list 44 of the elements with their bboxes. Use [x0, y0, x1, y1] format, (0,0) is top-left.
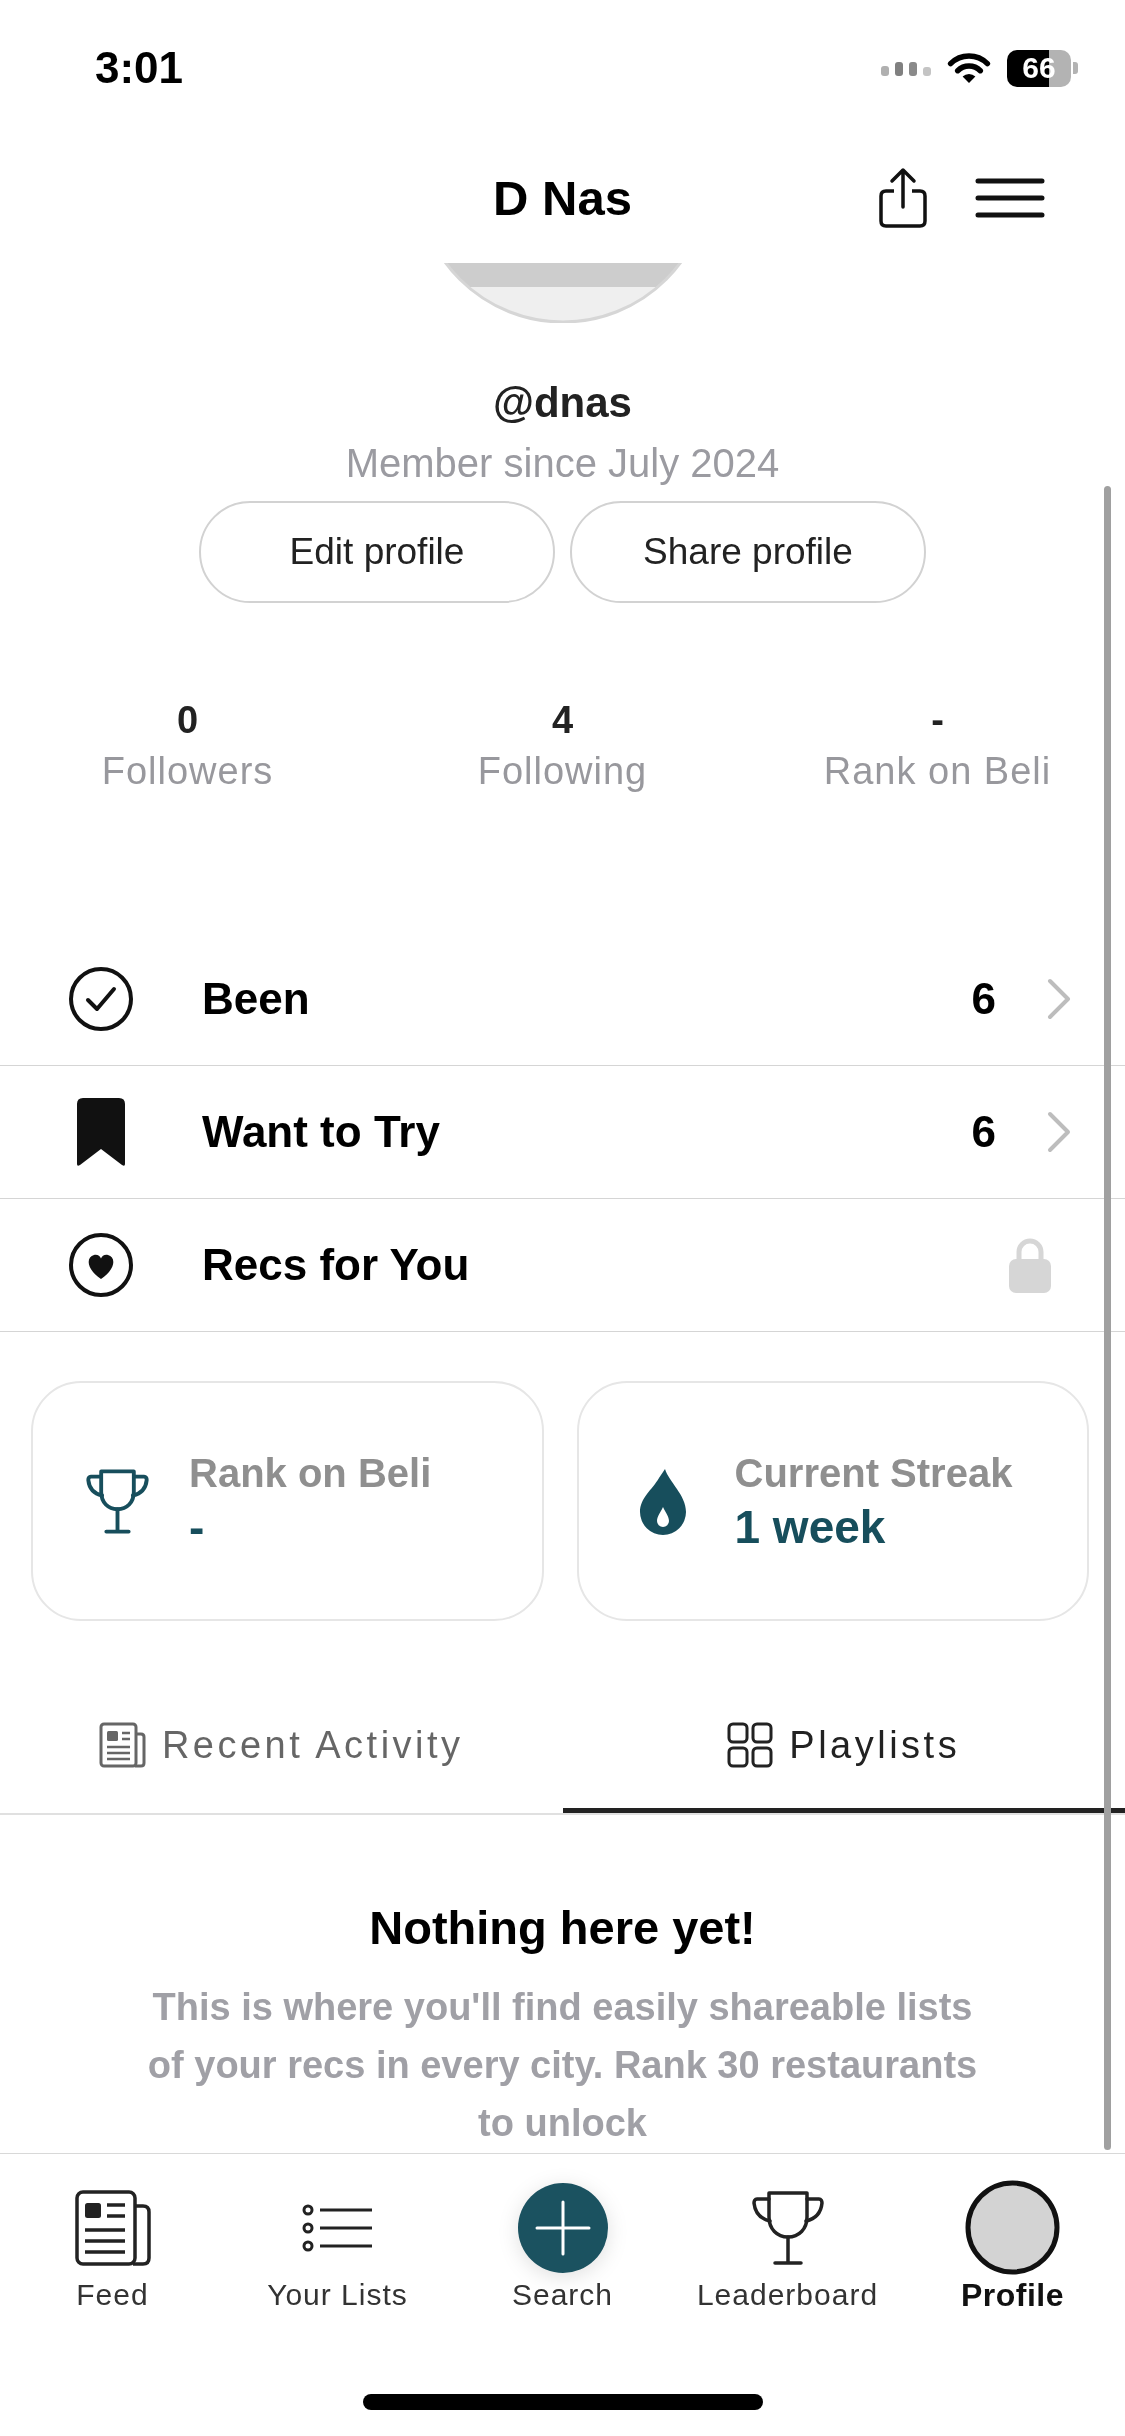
- list-count: 6: [971, 974, 996, 1024]
- wifi-icon: [947, 52, 991, 84]
- list-label: Been: [202, 974, 311, 1024]
- stat-label: Following: [477, 749, 648, 794]
- grid-icon: [727, 1722, 774, 1768]
- stat-label: Followers: [101, 749, 274, 794]
- card-value: 1 week: [734, 1501, 887, 1553]
- share-icon[interactable]: [878, 167, 928, 229]
- lists-tab[interactable]: Your Lists: [225, 2180, 450, 2313]
- card-label: Rank on Beli: [189, 1450, 432, 1497]
- profile-tab[interactable]: Profile: [900, 2180, 1125, 2313]
- card-label: Current Streak: [734, 1450, 1013, 1497]
- recent-activity-tab[interactable]: Recent Activity: [0, 1682, 563, 1813]
- newspaper-icon: [98, 1722, 146, 1768]
- edit-profile-button[interactable]: Edit profile: [199, 501, 555, 603]
- card-value: -: [189, 1501, 206, 1553]
- search-tab[interactable]: Search: [450, 2180, 675, 2313]
- stat-value: 0: [176, 698, 199, 742]
- check-circle-icon: [68, 966, 134, 1032]
- stat-value: -: [931, 698, 944, 742]
- trophy-icon: [84, 1467, 151, 1535]
- member-since-text: Member since July 2024: [345, 440, 780, 486]
- list-label: Recs for You: [202, 1240, 471, 1290]
- heart-circle-icon: [68, 1232, 134, 1298]
- list-count: 6: [971, 1107, 996, 1157]
- profile-name: D Nas: [493, 170, 632, 226]
- bookmark-icon: [75, 1096, 127, 1168]
- avatar-icon: [965, 2180, 1060, 2275]
- add-icon: [517, 2182, 608, 2273]
- newspaper-icon: [74, 2189, 151, 2266]
- stat-value: 4: [551, 698, 574, 742]
- menu-icon[interactable]: [975, 177, 1045, 219]
- feed-tab[interactable]: Feed: [0, 2180, 225, 2313]
- share-profile-button[interactable]: Share profile: [570, 501, 926, 603]
- signal-icon: [881, 60, 931, 76]
- username: @dnas: [493, 378, 632, 428]
- status-time: 3:01: [95, 43, 184, 93]
- empty-state-message: This is where you'll find easily shareable lists of your recs in every city. Rank 30 restaurants to unlock: [146, 1985, 979, 2146]
- empty-state-title: Nothing here yet!: [369, 1900, 756, 1956]
- list-icon: [301, 2203, 374, 2252]
- list-label: Want to Try: [202, 1107, 441, 1157]
- flame-icon: [638, 1467, 688, 1535]
- stat-label: Rank on Beli: [823, 749, 1052, 794]
- leaderboard-tab[interactable]: Leaderboard: [675, 2180, 900, 2313]
